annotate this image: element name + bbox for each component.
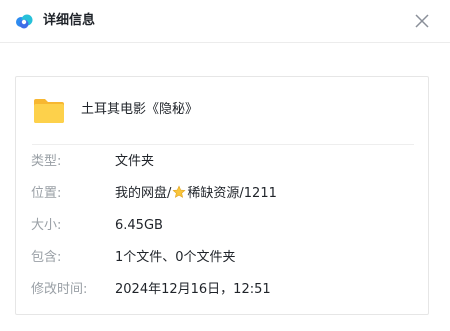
details-dialog: 详细信息 土耳其电影《隐秘》 类型: 文件夹 位置: 我的网盘/稀缺资源/121…: [0, 0, 450, 331]
file-summary: 土耳其电影《隐秘》: [16, 77, 428, 144]
size-value: 6.45GB: [115, 218, 163, 233]
modified-value: 2024年12月16日，12:51: [115, 282, 271, 297]
type-row: 类型: 文件夹: [16, 152, 428, 172]
contains-row: 包含: 1个文件、0个文件夹: [16, 248, 428, 268]
star-icon: [172, 185, 186, 198]
contains-value: 1个文件、0个文件夹: [115, 250, 236, 265]
location-label: 位置:: [31, 186, 62, 201]
type-value: 文件夹: [115, 154, 155, 169]
folder-icon: [34, 99, 64, 123]
close-icon[interactable]: [414, 13, 430, 29]
location-row: 位置: 我的网盘/稀缺资源/1211: [16, 184, 428, 204]
modified-label: 修改时间:: [31, 282, 88, 297]
file-details-card: 土耳其电影《隐秘》 类型: 文件夹 位置: 我的网盘/稀缺资源/1211 大小:…: [15, 76, 429, 315]
cloud-logo-icon: [16, 14, 33, 29]
location-path-prefix: 我的网盘/: [115, 186, 172, 201]
modified-row: 修改时间: 2024年12月16日，12:51: [16, 280, 428, 300]
file-name: 土耳其电影《隐秘》: [81, 102, 199, 117]
divider: [32, 144, 414, 145]
dialog-header: 详细信息: [0, 0, 450, 43]
size-label: 大小:: [31, 218, 62, 233]
size-row: 大小: 6.45GB: [16, 216, 428, 236]
location-path-suffix: 稀缺资源/1211: [187, 186, 277, 201]
contains-label: 包含:: [31, 250, 62, 265]
type-label: 类型:: [31, 154, 62, 169]
location-value: 我的网盘/稀缺资源/1211: [115, 184, 277, 204]
dialog-title: 详细信息: [43, 13, 96, 28]
